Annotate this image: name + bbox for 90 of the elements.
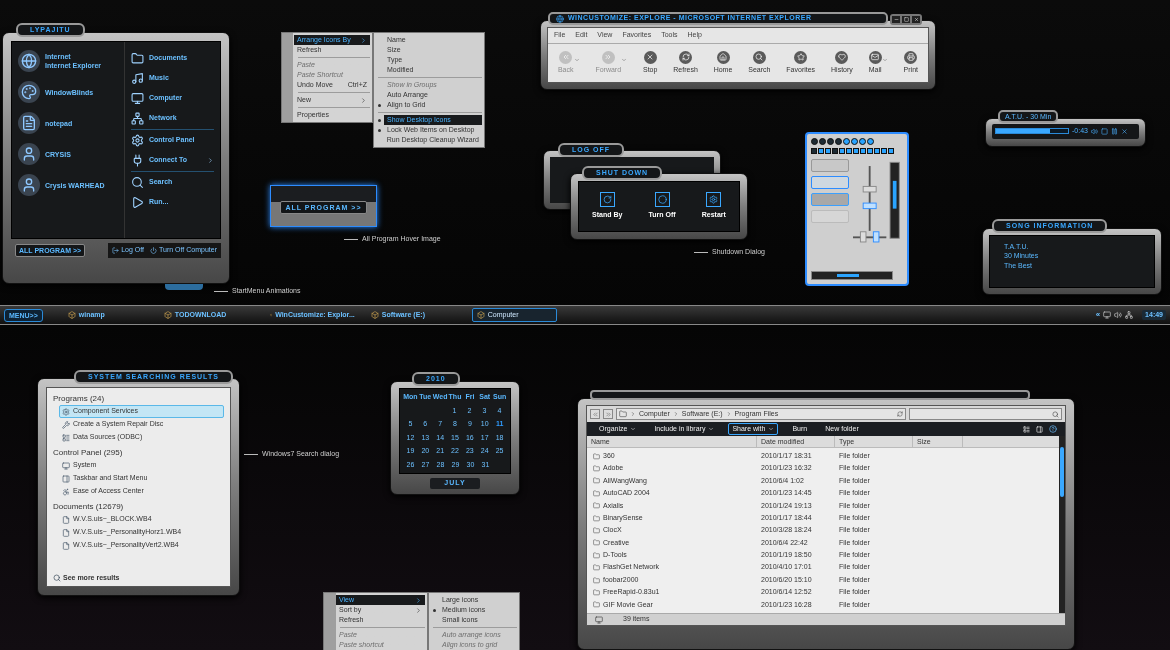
document-icon [62,541,70,550]
group-heading: Programs (24) [53,393,106,405]
refresh-icon [897,411,903,417]
help-icon [1049,425,1057,433]
folder-icon [619,410,627,418]
tray-icon [1103,311,1112,319]
monitor-icon [131,92,144,105]
volume-icon [1114,311,1123,319]
pause-icon [1110,127,1118,135]
folder-icon [593,465,600,473]
network-icon [131,112,144,125]
gear-icon [709,195,719,205]
group-heading: Control Panel (295) [53,447,124,459]
search-icon [755,53,764,61]
forward-icon [604,410,612,418]
document-icon [62,528,70,537]
gear-icon [62,407,70,416]
caret-icon [768,426,775,432]
accessibility-icon [62,487,70,496]
chevron-icon [630,411,636,417]
computer-icon [595,615,603,624]
folder-icon [131,52,144,65]
stop-icon [1100,127,1108,135]
folder-icon [593,589,600,596]
globe-icon [21,53,37,69]
close-icon [646,53,655,61]
standby-icon [602,195,612,205]
forward-button[interactable] [603,409,613,419]
maximize-button[interactable] [902,16,910,23]
group-heading: Documents (12679) [53,501,125,513]
folder-icon [593,539,600,547]
folder-icon [593,514,600,522]
caret-icon [573,56,580,63]
caret-icon [881,56,888,63]
tray-toggle[interactable]: « [1095,309,1101,321]
folder-icon [593,477,600,485]
folder-icon [593,527,600,535]
caret-icon [621,56,628,63]
preview-pane-icon [1036,425,1043,433]
document-icon [62,515,70,524]
wrench-icon [62,420,70,429]
caret-icon [630,426,637,432]
panel-icon [62,474,70,483]
back-button[interactable] [590,409,600,419]
chevron-icon [725,411,732,417]
back-icon [591,410,599,418]
plug-icon [131,154,144,167]
list-icon [62,433,70,442]
network-icon [1125,311,1134,319]
refresh-icon [681,53,690,61]
home-icon [719,53,727,61]
mail-icon [871,53,880,61]
globe-icon [556,14,564,23]
power-icon [150,246,158,254]
power-icon [657,195,667,205]
caret-icon [708,426,715,432]
settings-icon [131,134,144,147]
forward-icon [604,53,613,61]
minimize-icon [893,17,899,22]
volume-icon [1090,127,1098,135]
search-field[interactable] [909,408,1062,420]
search-icon [53,573,61,582]
search-icon [131,176,144,189]
printer-icon [906,53,915,61]
close-button[interactable] [912,16,920,23]
close-icon [1120,127,1128,135]
folder-icon [593,551,600,559]
folder-icon [593,452,600,460]
minimize-button[interactable] [892,16,900,23]
view-icon [1023,425,1030,433]
heart-icon [837,53,846,61]
music-icon [131,72,144,85]
back-icon [561,53,570,61]
folder-icon [593,576,600,584]
play-icon [131,196,144,209]
monitor-icon [62,461,70,470]
star-icon [796,53,805,61]
person-silhouette-icon [21,177,37,193]
notepad-icon [21,115,37,131]
person-silhouette-icon [21,146,37,162]
folder-icon [593,489,600,497]
maximize-icon [903,17,909,22]
palette-icon [21,84,37,100]
log-off-icon [112,246,120,254]
search-icon [1052,410,1059,418]
folder-icon [593,502,600,510]
folder-icon [593,601,600,609]
chevron-icon [672,411,679,417]
close-icon [913,17,919,22]
folder-icon [593,564,600,572]
